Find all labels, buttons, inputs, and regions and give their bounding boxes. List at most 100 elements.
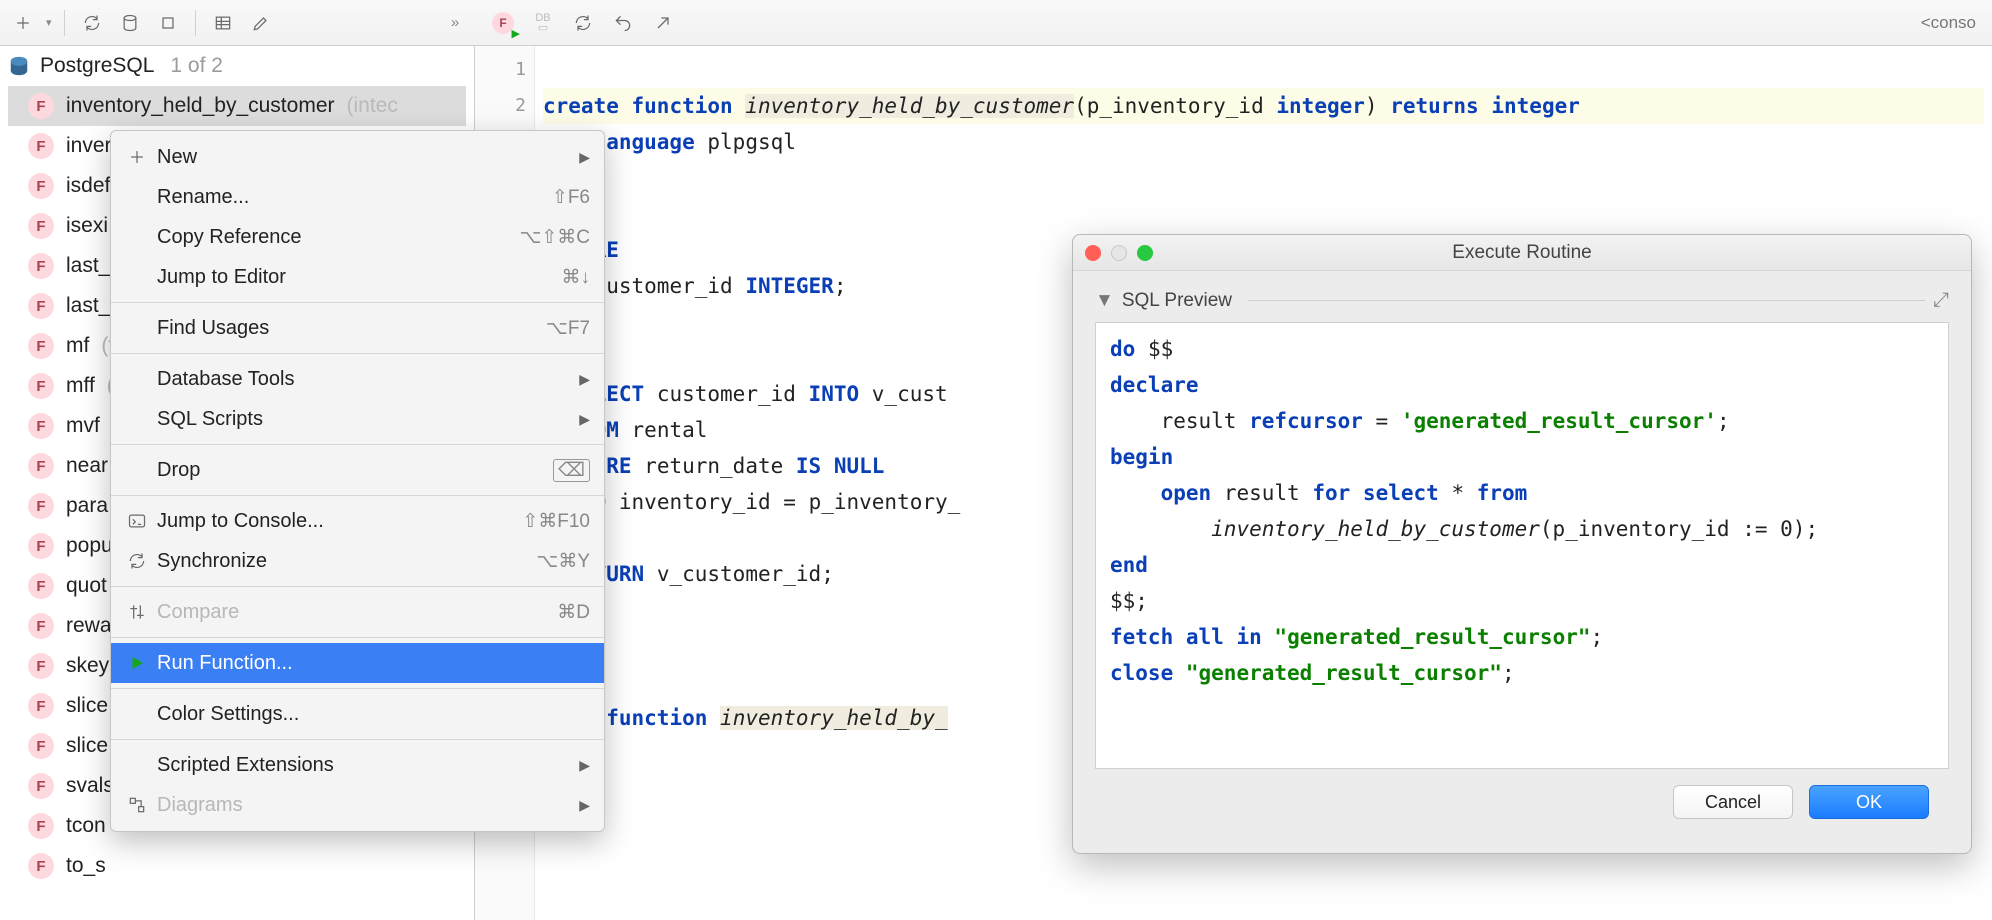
submenu-arrow-icon: ▶ (579, 371, 590, 388)
menu-shortcut: ⇧⌘F10 (522, 510, 590, 533)
sync-button[interactable] (568, 8, 598, 38)
sql-preview[interactable]: do $$ declare result refcursor = 'genera… (1095, 322, 1949, 769)
string: 'generated_result_cursor' (1401, 409, 1717, 433)
menu-item[interactable]: Jump to Editor⌘↓ (111, 257, 604, 297)
function-name: mvf (66, 414, 100, 438)
menu-item[interactable]: Copy Reference⌥⇧⌘C (111, 217, 604, 257)
function-list-item[interactable]: Fto_s (8, 846, 466, 886)
function-badge-icon: F (28, 773, 54, 799)
table-button[interactable] (208, 8, 238, 38)
menu-separator (111, 302, 604, 303)
separator (195, 10, 196, 36)
stop-button[interactable] (153, 8, 183, 38)
sync-icon (125, 551, 149, 571)
function-badge-icon: F (28, 253, 54, 279)
expand-icon[interactable]: ⤢ (1933, 289, 1949, 312)
traffic-lights (1085, 245, 1153, 261)
menu-item[interactable]: Color Settings... (111, 694, 604, 734)
refresh-icon (82, 13, 102, 33)
cancel-button[interactable]: Cancel (1673, 785, 1793, 819)
id: v_customer_id (657, 562, 821, 586)
kw: all (1186, 625, 1224, 649)
kw: refcursor (1249, 409, 1363, 433)
db-header[interactable]: PostgreSQL 1 of 2 (0, 46, 474, 86)
menu-separator (111, 586, 604, 587)
menu-item-label: Drop (157, 459, 553, 482)
menu-shortcut: ⇧F6 (552, 186, 590, 209)
menu-item[interactable]: Drop⌫ (111, 450, 604, 490)
menu-item[interactable]: Synchronize⌥⌘Y (111, 541, 604, 581)
disclosure-triangle-icon[interactable]: ▼ (1095, 290, 1114, 312)
add-button[interactable] (8, 8, 38, 38)
menu-item-label: Synchronize (157, 550, 536, 573)
ok-button[interactable]: OK (1809, 785, 1929, 819)
punct: ; (1502, 661, 1515, 685)
menu-shortcut: ⌥F7 (546, 317, 590, 340)
run-icon (125, 654, 149, 672)
function-name: mff (66, 374, 95, 398)
param: p_inventory_id (1087, 94, 1264, 118)
kw: fetch (1110, 625, 1173, 649)
zoom-icon[interactable] (1137, 245, 1153, 261)
kw: begin (1110, 445, 1173, 469)
kw: close (1110, 661, 1173, 685)
run-tab-button[interactable]: F ▶ (488, 8, 518, 38)
menu-item[interactable]: SQL Scripts▶ (111, 399, 604, 439)
id: return_date (644, 454, 783, 478)
menu-item[interactable]: New▶ (111, 137, 604, 177)
menu-item[interactable]: Jump to Console...⇧⌘F10 (111, 501, 604, 541)
dialog-titlebar[interactable]: Execute Routine (1073, 235, 1971, 271)
function-signature: (intec (347, 94, 398, 118)
commit-button[interactable] (648, 8, 678, 38)
function-badge-icon: F (28, 333, 54, 359)
menu-item: Diagrams▶ (111, 785, 604, 825)
function-name: inver (66, 134, 112, 158)
minimize-icon[interactable] (1111, 245, 1127, 261)
menu-item-label: Scripted Extensions (157, 754, 571, 777)
section-label: SQL Preview (1122, 290, 1232, 312)
id: p_inventory_id (1553, 517, 1730, 541)
function-name: inventory_held_by_customer (66, 94, 335, 118)
menu-item[interactable]: Rename...⇧F6 (111, 177, 604, 217)
menu-shortcut: ⌥⌘Y (536, 550, 590, 573)
menu-item[interactable]: Database Tools▶ (111, 359, 604, 399)
submenu-arrow-icon: ▶ (579, 149, 590, 166)
punct: ; (834, 274, 847, 298)
function-name: slice (66, 694, 108, 718)
menu-item-label: SQL Scripts (157, 408, 571, 431)
func-name: inventory_held_by_customer (745, 94, 1074, 118)
db-console-button[interactable]: DB▭ (528, 8, 558, 38)
refresh-button[interactable] (77, 8, 107, 38)
function-name: skey (66, 654, 109, 678)
menu-separator (111, 739, 604, 740)
function-name: isexi (66, 214, 108, 238)
kw: select (1363, 481, 1439, 505)
function-badge-icon: F (28, 373, 54, 399)
edit-button[interactable] (246, 8, 276, 38)
function-badge-icon: F (28, 533, 54, 559)
dropdown-caret-icon: ▾ (46, 16, 52, 29)
menu-separator (111, 444, 604, 445)
function-badge-icon: F (28, 813, 54, 839)
menu-item[interactable]: Run Function... (111, 643, 604, 683)
console-tab-label[interactable]: <conso (1921, 13, 1984, 33)
datasource-button[interactable] (115, 8, 145, 38)
function-name: mf (66, 334, 89, 358)
string: "generated_result_cursor" (1274, 625, 1590, 649)
function-badge-icon: F (28, 493, 54, 519)
func-name: inventory_held_by_customer (1211, 517, 1540, 541)
kw: open (1161, 481, 1212, 505)
dialog-buttons: Cancel OK (1095, 769, 1949, 835)
close-icon[interactable] (1085, 245, 1101, 261)
menu-item[interactable]: Scripted Extensions▶ (111, 745, 604, 785)
function-badge-icon: F (28, 173, 54, 199)
sql-preview-header[interactable]: ▼ SQL Preview ⤢ (1095, 289, 1949, 312)
collapse-button[interactable]: » (438, 8, 468, 38)
function-list-item[interactable]: Finventory_held_by_customer(intec (8, 86, 466, 126)
menu-shortcut: ⌫ (553, 459, 590, 482)
undo-button[interactable] (608, 8, 638, 38)
kw: declare (1110, 373, 1199, 397)
menu-item-label: Find Usages (157, 317, 546, 340)
undo-icon (613, 13, 633, 33)
menu-item[interactable]: Find Usages⌥F7 (111, 308, 604, 348)
